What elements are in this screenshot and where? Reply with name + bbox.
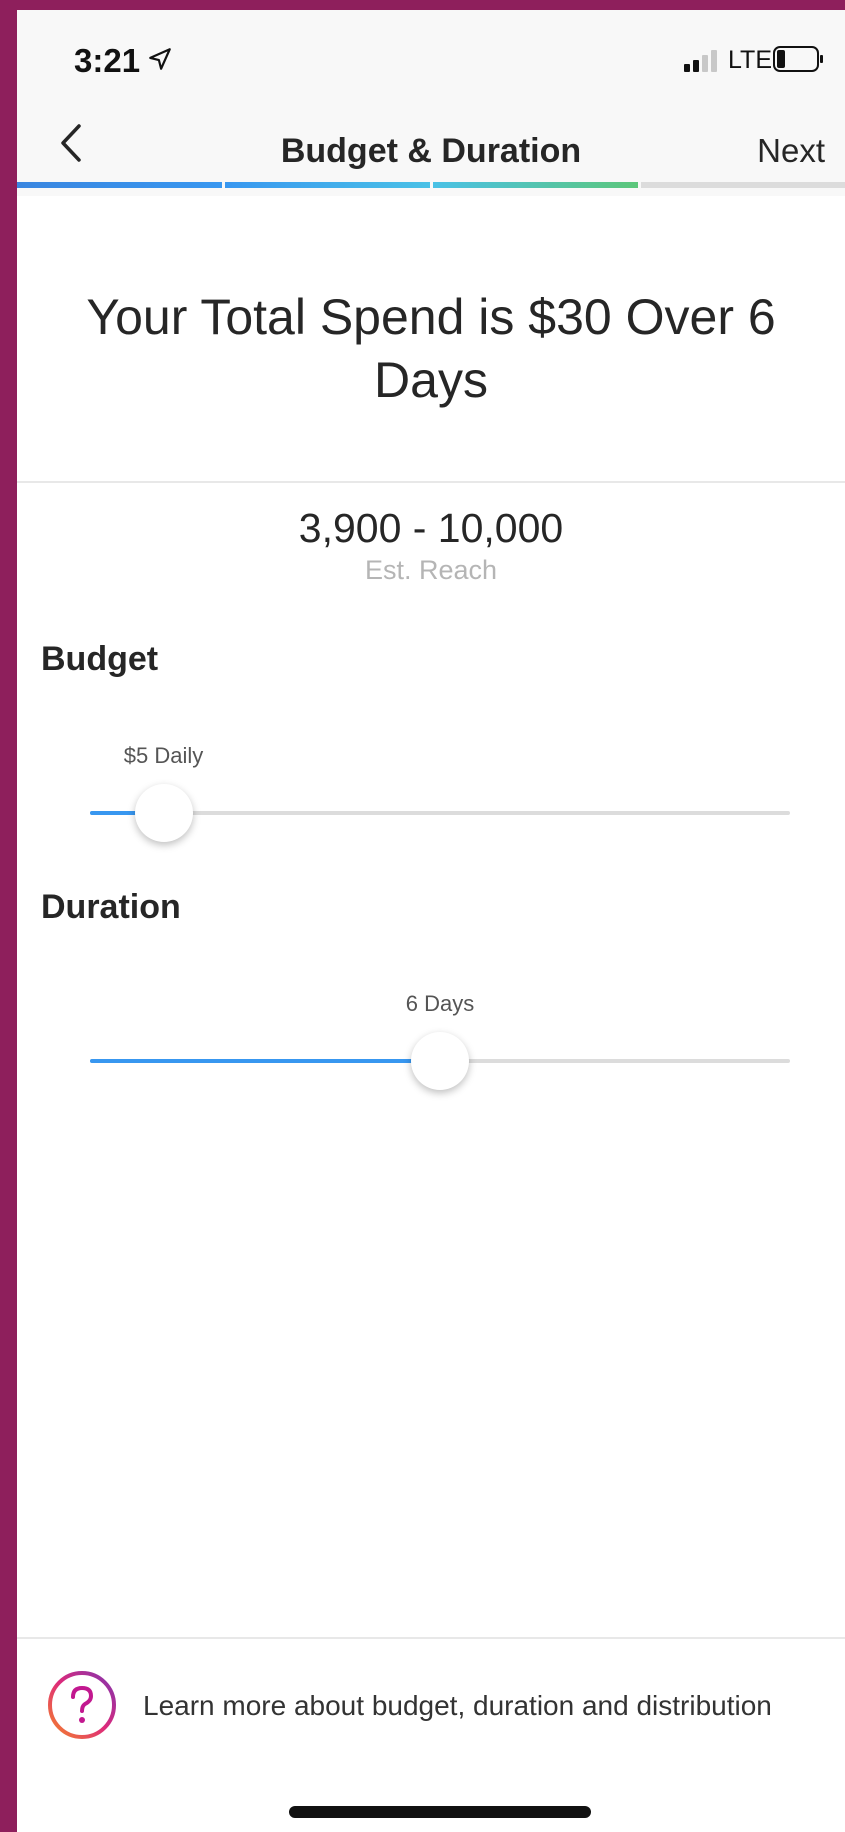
progress-step-3 — [433, 182, 638, 188]
estimated-reach-label: Est. Reach — [364, 555, 498, 585]
home-indicator[interactable] — [289, 1806, 591, 1818]
total-spend-headline: Your Total Spend is $30 Over 6 Days — [86, 289, 776, 408]
help-link-text: Learn more about budget, duration and di… — [143, 1690, 772, 1721]
next-button[interactable]: Next — [757, 132, 825, 170]
divider — [17, 481, 845, 483]
step-progress-bar — [17, 182, 845, 188]
progress-step-2 — [225, 182, 430, 188]
signal-icon — [684, 50, 717, 72]
estimated-reach-value: 3,900 - 10,000 — [298, 505, 564, 551]
duration-slider-thumb[interactable] — [411, 1032, 469, 1090]
budget-label: Budget — [41, 640, 159, 678]
progress-step-1 — [17, 182, 222, 188]
page-title: Budget & Duration — [280, 132, 582, 170]
budget-slider[interactable] — [90, 784, 790, 842]
progress-step-4 — [641, 182, 845, 188]
status-bar: 3:21 LTE — [17, 10, 845, 100]
budget-slider-thumb[interactable] — [134, 784, 193, 842]
app-screen: 3:21 LTE Budget & Duration Next Your Tot… — [17, 10, 845, 1832]
network-label: LTE — [728, 46, 772, 74]
status-time: 3:21 — [74, 42, 141, 79]
duration-label: Duration — [41, 888, 181, 926]
location-arrow-icon — [149, 48, 171, 70]
duration-value-label: 6 Days — [405, 991, 475, 1016]
question-circle-icon — [48, 1671, 116, 1739]
battery-icon — [773, 46, 823, 72]
duration-slider-fill — [90, 1059, 440, 1063]
help-link[interactable]: Learn more about budget, duration and di… — [17, 1638, 845, 1748]
duration-slider[interactable] — [90, 1032, 790, 1090]
budget-value-label: $5 Daily — [123, 743, 204, 768]
